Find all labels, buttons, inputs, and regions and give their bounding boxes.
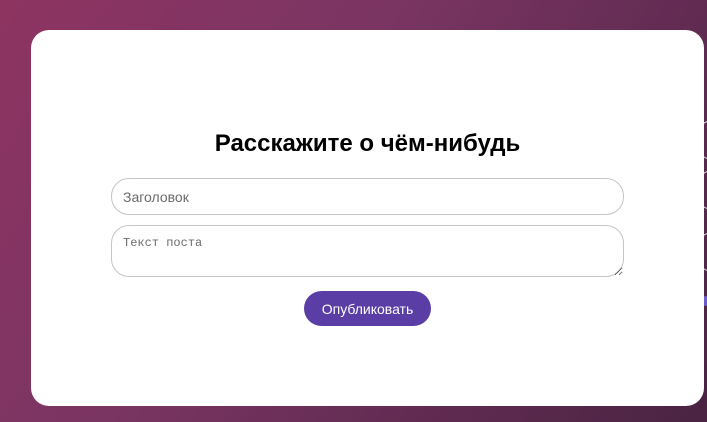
publish-button[interactable]: Опубликовать bbox=[304, 291, 431, 326]
post-body-textarea[interactable] bbox=[111, 225, 624, 277]
post-title-input[interactable] bbox=[111, 178, 624, 215]
form-heading: Расскажите о чём-нибудь bbox=[214, 130, 521, 157]
post-form-card: Расскажите о чём-нибудь Опубликовать bbox=[31, 30, 704, 406]
